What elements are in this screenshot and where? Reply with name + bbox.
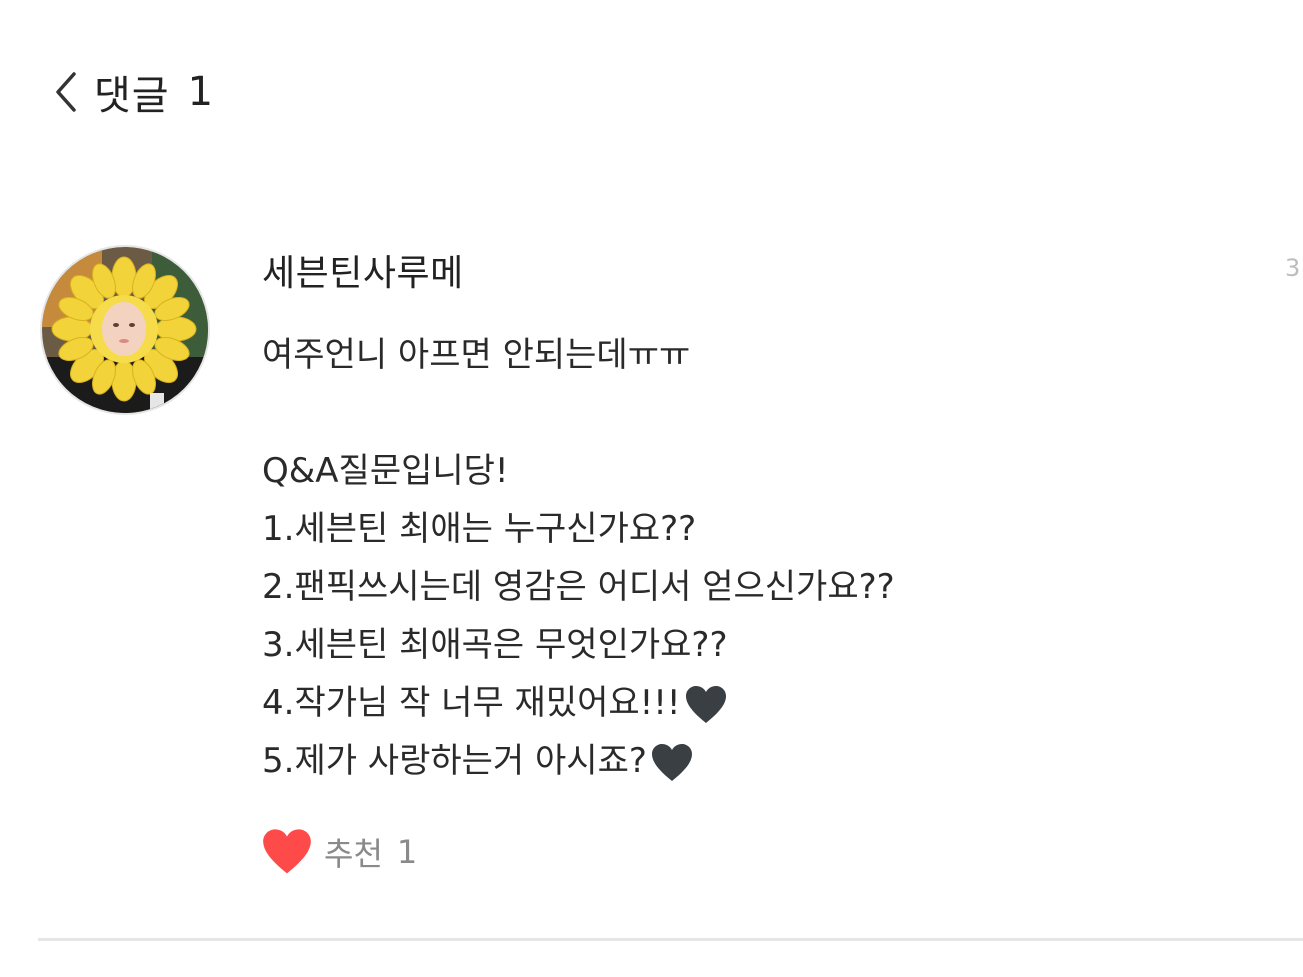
divider	[38, 938, 1303, 941]
comment-date: 3	[1285, 254, 1301, 282]
like-count: 1	[396, 833, 418, 871]
comment-body: 여주언니 아프면 안되는데ㅠㅠ Q&A질문입니당! 1.세븐틴 최애는 누구신가…	[262, 326, 1252, 790]
comment-line-text: 4.작가님 작 너무 재밌어요!!!	[262, 683, 681, 723]
header: 댓글 1	[48, 62, 213, 122]
chevron-left-icon	[56, 72, 76, 112]
comment-line: 3.세븐틴 최애곡은 무엇인가요??	[262, 625, 728, 665]
heart-icon	[685, 685, 726, 723]
comment-line-with-heart: 5.제가 사랑하는거 아시죠?	[262, 732, 1252, 790]
comment-line-with-heart: 4.작가님 작 너무 재밌어요!!!	[262, 674, 1252, 732]
avatar[interactable]	[40, 245, 210, 415]
comment-author[interactable]: 세븐틴사루메	[262, 244, 464, 296]
back-button[interactable]	[48, 67, 84, 117]
comment-line-text: 5.제가 사랑하는거 아시죠?	[262, 741, 647, 781]
comment-line: Q&A질문입니당!	[262, 451, 509, 491]
comment-line: 2.팬픽쓰시는데 영감은 어디서 얻으신가요??	[262, 567, 895, 607]
comment-count: 1	[187, 69, 214, 115]
comment-line: 여주언니 아프면 안되는데ㅠㅠ	[262, 335, 691, 375]
like-label: 추천	[324, 835, 383, 873]
comment-line: 1.세븐틴 최애는 누구신가요??	[262, 509, 697, 549]
heart-icon	[263, 829, 311, 874]
page-title: 댓글	[94, 73, 170, 119]
avatar-image	[42, 247, 208, 413]
comment-line-blank	[262, 384, 1252, 442]
like-button[interactable]: 추천 1	[262, 828, 417, 876]
heart-icon	[651, 743, 692, 781]
